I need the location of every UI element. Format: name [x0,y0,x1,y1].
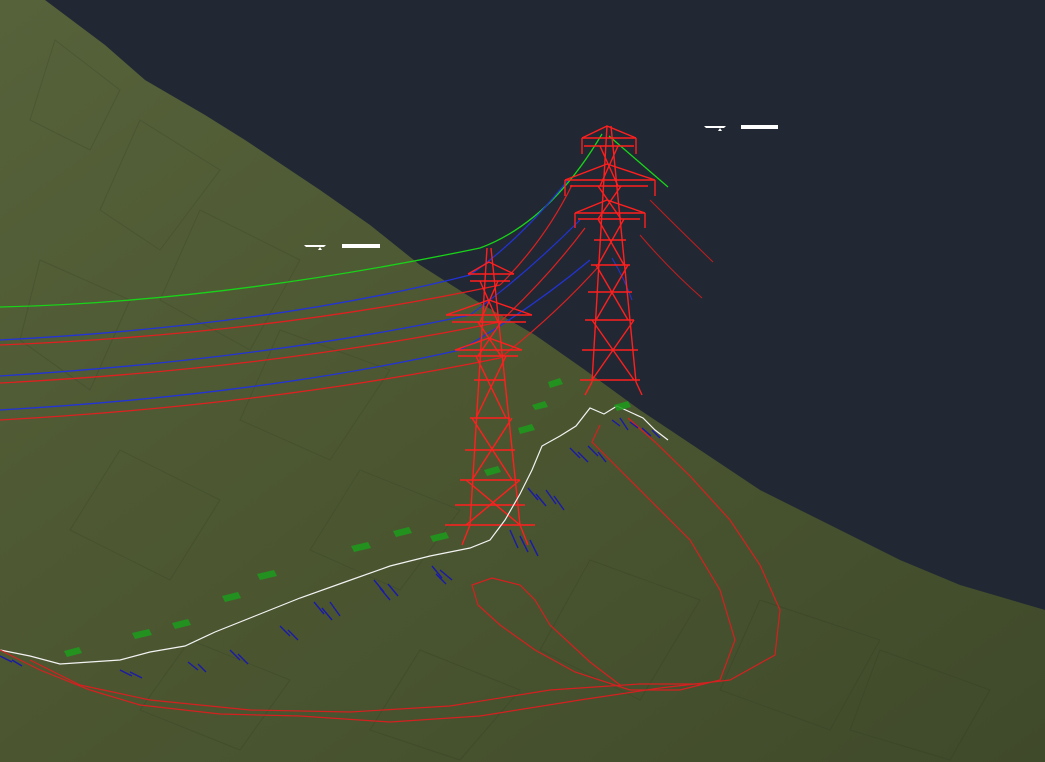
cad-3d-viewport[interactable] [0,0,1045,762]
scene-canvas[interactable] [0,0,1045,762]
